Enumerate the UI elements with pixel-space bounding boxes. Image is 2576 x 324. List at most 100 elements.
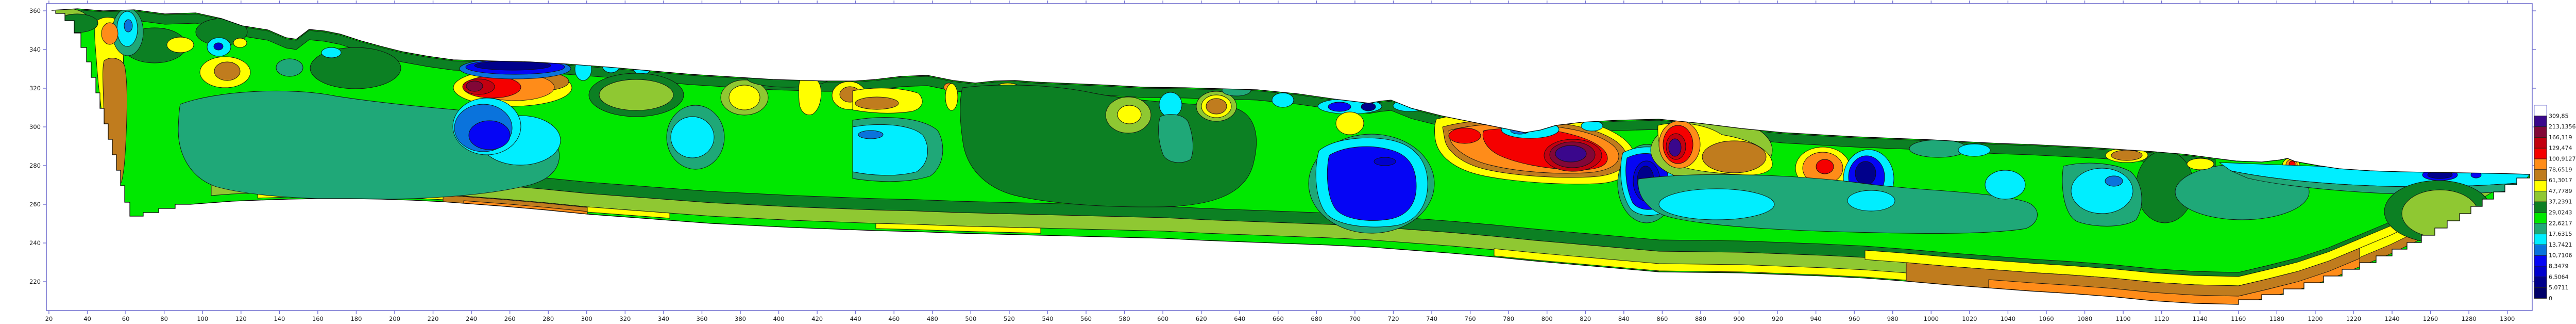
x-tick-label: 600 [1157, 315, 1168, 322]
color-scale-legend: 309,85 213,1356 166,119 129,474 100,9127 78,6… [2534, 105, 2576, 302]
contour-section-body [51, 8, 2530, 305]
x-tick-label: 780 [1503, 315, 1514, 322]
x-tick-label: 320 [619, 315, 631, 322]
legend-value-label: 5,0711 [2549, 284, 2569, 291]
x-tick-label: 60 [122, 315, 130, 322]
x-tick-label: 220 [428, 315, 439, 322]
x-tick-label: 500 [965, 315, 976, 322]
legend-value-label: 0 [2549, 295, 2552, 302]
x-tick-label: 1220 [2346, 315, 2361, 322]
legend-color-box [2534, 223, 2547, 235]
legend-color-box [2534, 158, 2547, 170]
legend-color-box [2534, 255, 2547, 267]
x-tick-label: 100 [197, 315, 208, 322]
x-tick-label: 80 [160, 315, 168, 322]
y-tick-label: 300 [29, 123, 41, 131]
legend-color-box [2534, 137, 2547, 149]
x-tick-label: 760 [1465, 315, 1476, 322]
legend-value-label: 47,7789 [2549, 188, 2572, 195]
legend-value-label: 100,9127 [2549, 156, 2576, 163]
y-tick-label: 360 [29, 7, 41, 14]
legend-color-box [2534, 287, 2547, 299]
legend-value-label: 61,3017 [2549, 177, 2572, 184]
x-tick-label: 1080 [2077, 315, 2092, 322]
legend-color-box [2534, 277, 2547, 288]
x-tick-label: 460 [888, 315, 900, 322]
legend-value-label: 8,3479 [2549, 263, 2569, 270]
legend-color-box [2534, 212, 2547, 224]
x-tick-label: 820 [1580, 315, 1591, 322]
x-tick-label: 540 [1042, 315, 1053, 322]
x-tick-label: 620 [1196, 315, 1207, 322]
legend-value-label: 166,119 [2549, 134, 2572, 141]
x-tick-label: 1260 [2423, 315, 2438, 322]
legend-color-box [2534, 169, 2547, 181]
legend-color-box [2534, 190, 2547, 202]
legend-value-label: 29,0243 [2549, 209, 2572, 216]
x-tick-label: 940 [1810, 315, 1822, 322]
x-tick-label: 860 [1656, 315, 1668, 322]
legend-color-box [2534, 105, 2547, 117]
x-tick-label: 560 [1080, 315, 1092, 322]
x-tick-label: 1060 [2039, 315, 2054, 322]
y-tick-label: 220 [29, 278, 41, 285]
y-tick-label: 320 [29, 85, 41, 92]
x-tick-label: 120 [235, 315, 247, 322]
x-tick-label: 1100 [2115, 315, 2130, 322]
y-tick-label: 340 [29, 46, 41, 53]
x-tick-label: 1020 [1962, 315, 1977, 322]
x-tick-label: 140 [274, 315, 285, 322]
y-tick-label: 260 [29, 201, 41, 208]
legend-color-box [2534, 148, 2547, 159]
x-tick-label: 680 [1311, 315, 1322, 322]
legend-color-box [2534, 180, 2547, 191]
x-tick-label: 280 [543, 315, 554, 322]
x-tick-label: 340 [658, 315, 669, 322]
x-tick-label: 1000 [1924, 315, 1939, 322]
x-tick-label: 900 [1734, 315, 1745, 322]
x-tick-label: 1300 [2500, 315, 2515, 322]
x-tick-label: 200 [389, 315, 400, 322]
x-tick-label: 20 [45, 315, 53, 322]
legend-value-label: 22,6217 [2549, 220, 2572, 226]
x-tick-label: 1180 [2269, 315, 2284, 322]
contour-plot-canvas: 20 40 60 80 100 120 140 160 180 200 220 240 260 280 30… [29, 1, 2576, 322]
x-tick-label: 260 [504, 315, 516, 322]
legend-color-box [2534, 126, 2547, 138]
x-tick-label: 740 [1426, 315, 1437, 322]
section-fill-layers [52, 9, 2530, 304]
legend-color-box [2534, 116, 2547, 127]
x-tick-label: 700 [1349, 315, 1361, 322]
x-tick-label: 40 [83, 315, 91, 322]
x-tick-label: 300 [581, 315, 592, 322]
legend-value-label: 37,2391 [2549, 199, 2572, 205]
x-tick-label: 660 [1273, 315, 1284, 322]
x-tick-label: 160 [312, 315, 324, 322]
legend-color-box [2534, 244, 2547, 256]
x-tick-label: 960 [1849, 315, 1860, 322]
legend-value-label: 10,7106 [2549, 252, 2572, 259]
y-tick-label: 280 [29, 162, 41, 169]
legend-color-box [2534, 266, 2547, 278]
x-tick-label: 640 [1234, 315, 1245, 322]
legend-value-label: 213,1356 [2549, 123, 2576, 130]
x-tick-label: 1200 [2308, 315, 2323, 322]
resistivity-section-figure: 20 40 60 80 100 120 140 160 180 200 220 240 260 280 30… [0, 0, 2576, 324]
legend-value-label: 17,6315 [2549, 231, 2572, 237]
x-tick-label: 1120 [2154, 315, 2169, 322]
x-tick-label: 1160 [2231, 315, 2246, 322]
x-tick-label: 1240 [2384, 315, 2399, 322]
x-tick-label: 520 [1004, 315, 1015, 322]
x-tick-label: 800 [1541, 315, 1553, 322]
x-tick-label: 720 [1388, 315, 1399, 322]
x-tick-label: 580 [1119, 315, 1130, 322]
x-tick-label: 880 [1695, 315, 1706, 322]
legend-color-box [2534, 201, 2547, 213]
x-tick-label: 980 [1887, 315, 1899, 322]
x-tick-label: 1040 [2001, 315, 2015, 322]
x-tick-label: 840 [1618, 315, 1630, 322]
legend-value-label: 6,5064 [2549, 273, 2569, 280]
x-tick-label: 180 [350, 315, 362, 322]
x-tick-label: 420 [811, 315, 823, 322]
legend-value-label: 309,85 [2549, 112, 2569, 119]
